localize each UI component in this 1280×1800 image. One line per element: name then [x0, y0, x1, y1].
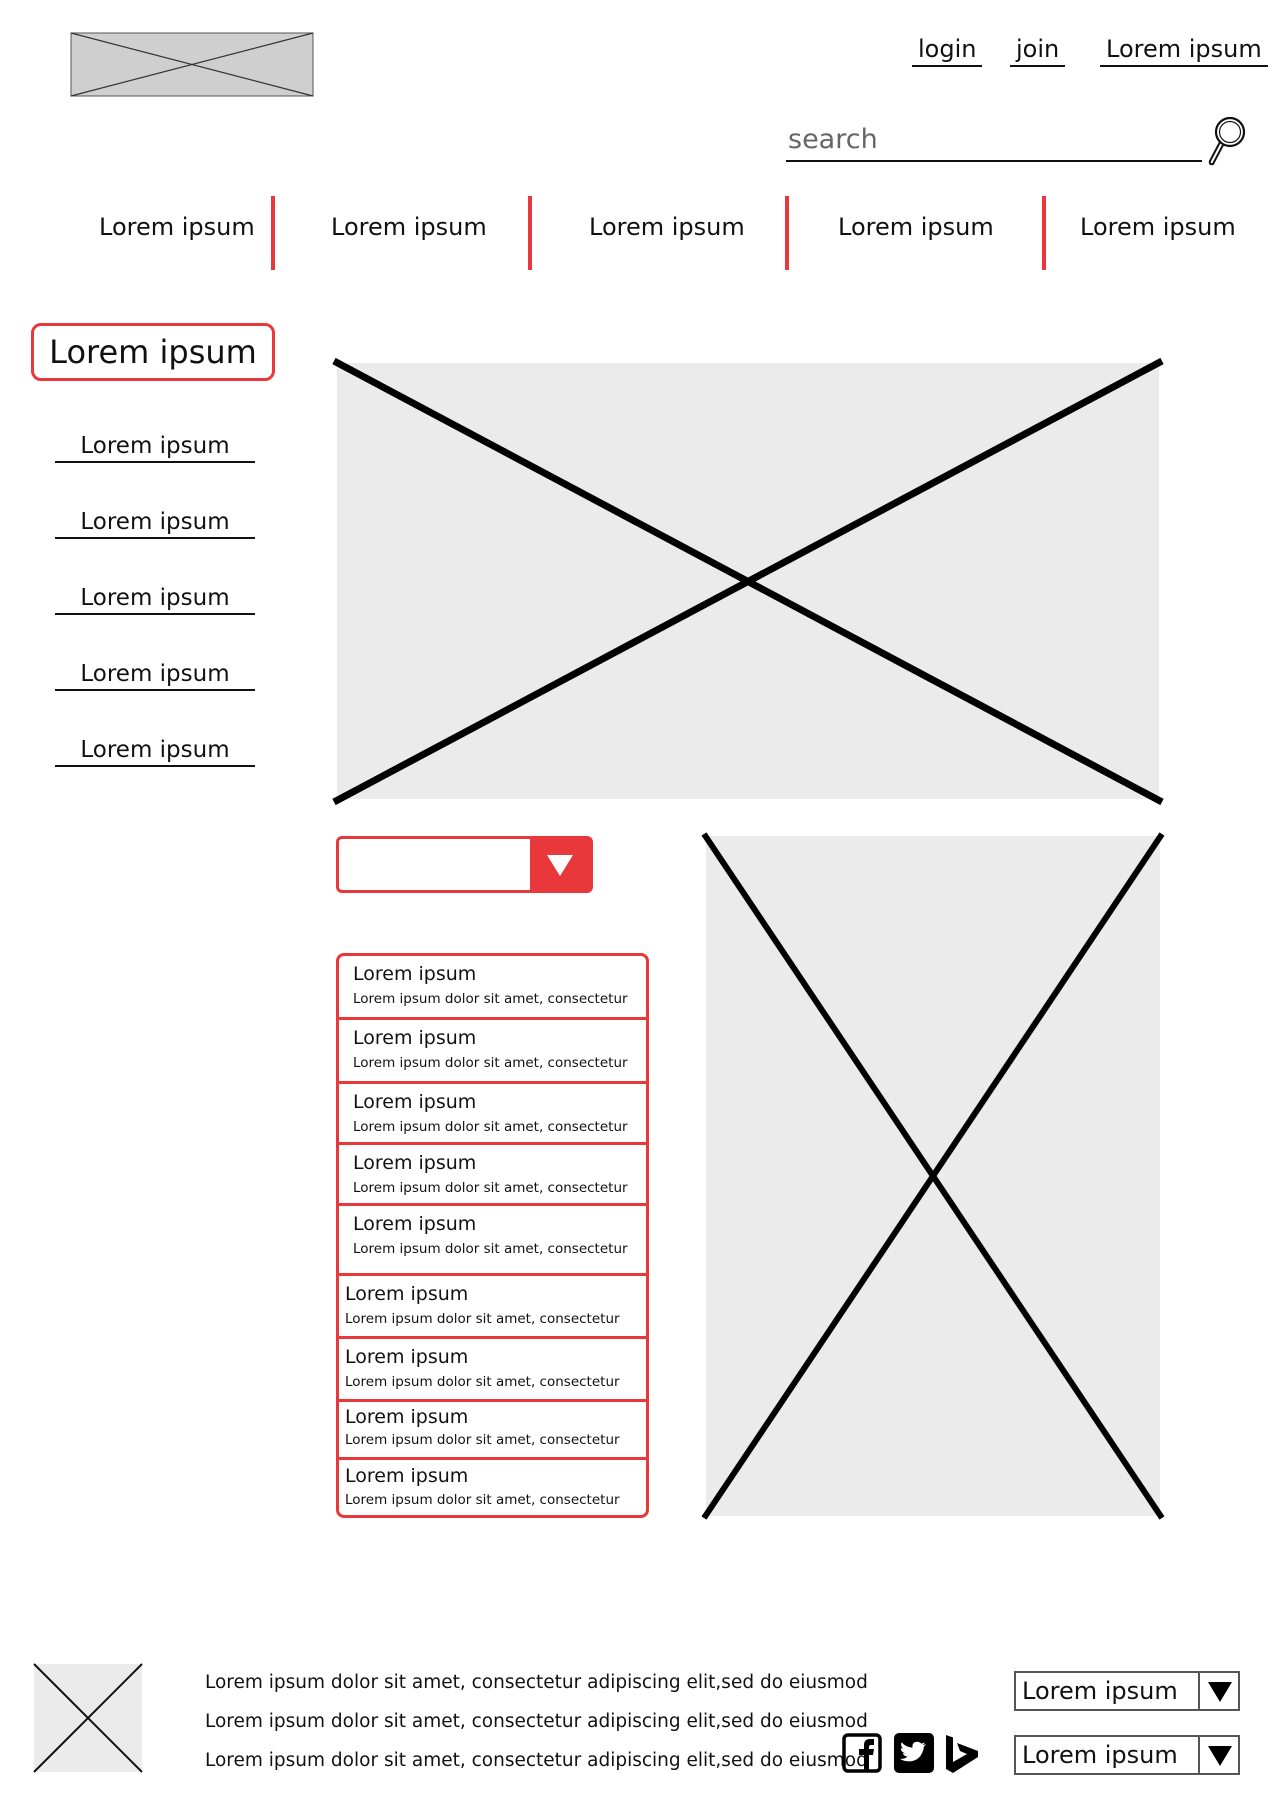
login-link[interactable]: login: [912, 34, 983, 67]
sidebar-item-5[interactable]: Lorem ipsum: [55, 735, 255, 767]
list-item-subtitle: Lorem ipsum dolor sit amet, consectetur: [353, 1180, 628, 1196]
list-item[interactable]: Lorem ipsum Lorem ipsum dolor sit amet, …: [339, 1339, 646, 1399]
nav-item-2[interactable]: Lorem ipsum: [331, 212, 487, 242]
header-logo[interactable]: [70, 32, 314, 97]
nav-item-1[interactable]: Lorem ipsum: [99, 212, 255, 242]
twitter-icon[interactable]: [894, 1733, 934, 1773]
nav-divider: [528, 196, 532, 270]
chevron-down-icon: [547, 855, 573, 876]
list-item-subtitle: Lorem ipsum dolor sit amet, consectetur: [345, 1374, 620, 1390]
list-item-subtitle: Lorem ipsum dolor sit amet, consectetur: [353, 1241, 628, 1257]
list-item-subtitle: Lorem ipsum dolor sit amet, consectetur: [345, 1492, 620, 1508]
footer-text-line: Lorem ipsum dolor sit amet, consectetur …: [205, 1750, 868, 1771]
search-bar: [786, 120, 1206, 162]
list-item[interactable]: Lorem ipsum Lorem ipsum dolor sit amet, …: [339, 1145, 646, 1203]
header-link-lorem[interactable]: Lorem ipsum: [1100, 34, 1268, 67]
list-item[interactable]: Lorem ipsum Lorem ipsum dolor sit amet, …: [339, 956, 646, 1017]
list-item-title: Lorem ipsum: [345, 1346, 469, 1368]
list-item-title: Lorem ipsum: [353, 1213, 477, 1235]
bing-icon[interactable]: [944, 1733, 984, 1773]
footer-select-1[interactable]: Lorem ipsum: [1014, 1671, 1240, 1711]
list-item-title: Lorem ipsum: [353, 963, 477, 985]
list-item-title: Lorem ipsum: [353, 1027, 477, 1049]
category-dropdown[interactable]: [336, 836, 593, 893]
list-item[interactable]: Lorem ipsum Lorem ipsum dolor sit amet, …: [339, 1460, 646, 1515]
footer-text-line: Lorem ipsum dolor sit amet, consectetur …: [205, 1672, 868, 1693]
sidebar-item-3[interactable]: Lorem ipsum: [55, 583, 255, 615]
list-item[interactable]: Lorem ipsum Lorem ipsum dolor sit amet, …: [339, 1276, 646, 1336]
chevron-down-icon[interactable]: [1198, 1673, 1238, 1709]
list-item-title: Lorem ipsum: [353, 1152, 477, 1174]
list-item-title: Lorem ipsum: [345, 1283, 469, 1305]
list-item-subtitle: Lorem ipsum dolor sit amet, consectetur: [353, 1119, 628, 1135]
list-item-title: Lorem ipsum: [353, 1091, 477, 1113]
list-item[interactable]: Lorem ipsum Lorem ipsum dolor sit amet, …: [339, 1402, 646, 1457]
sidebar-item-4[interactable]: Lorem ipsum: [55, 659, 255, 691]
footer-text-line: Lorem ipsum dolor sit amet, consectetur …: [205, 1711, 868, 1732]
list-item-title: Lorem ipsum: [345, 1465, 469, 1487]
item-list: Lorem ipsum Lorem ipsum dolor sit amet, …: [336, 953, 649, 1518]
list-item-subtitle: Lorem ipsum dolor sit amet, consectetur: [345, 1432, 620, 1448]
list-item[interactable]: Lorem ipsum Lorem ipsum dolor sit amet, …: [339, 1020, 646, 1081]
footer-select-2[interactable]: Lorem ipsum: [1014, 1735, 1240, 1775]
nav-divider: [1042, 196, 1046, 270]
list-item-subtitle: Lorem ipsum dolor sit amet, consectetur: [353, 1055, 628, 1071]
list-item[interactable]: Lorem ipsum Lorem ipsum dolor sit amet, …: [339, 1206, 646, 1273]
sidebar-item-1[interactable]: Lorem ipsum: [55, 431, 255, 463]
sidebar-title: Lorem ipsum: [31, 323, 275, 381]
footer-select-value: Lorem ipsum: [1022, 1677, 1178, 1705]
nav-item-4[interactable]: Lorem ipsum: [838, 212, 994, 242]
footer-select-value: Lorem ipsum: [1022, 1741, 1178, 1769]
join-link[interactable]: join: [1010, 34, 1066, 67]
hero-image-placeholder: [330, 356, 1166, 806]
side-image-placeholder: [700, 830, 1166, 1522]
search-input[interactable]: [786, 120, 1206, 155]
footer-logo: [32, 1662, 144, 1774]
nav-divider: [271, 196, 275, 270]
sidebar-item-2[interactable]: Lorem ipsum: [55, 507, 255, 539]
list-item[interactable]: Lorem ipsum Lorem ipsum dolor sit amet, …: [339, 1084, 646, 1142]
nav-divider: [785, 196, 789, 270]
dropdown-button[interactable]: [530, 839, 590, 890]
nav-item-5[interactable]: Lorem ipsum: [1080, 212, 1236, 242]
list-item-subtitle: Lorem ipsum dolor sit amet, consectetur: [353, 991, 628, 1007]
list-item-subtitle: Lorem ipsum dolor sit amet, consectetur: [345, 1311, 620, 1327]
nav-item-3[interactable]: Lorem ipsum: [589, 212, 745, 242]
list-item-title: Lorem ipsum: [345, 1406, 469, 1428]
chevron-down-icon[interactable]: [1198, 1737, 1238, 1773]
search-icon[interactable]: [1206, 116, 1246, 168]
facebook-icon[interactable]: [842, 1733, 882, 1773]
